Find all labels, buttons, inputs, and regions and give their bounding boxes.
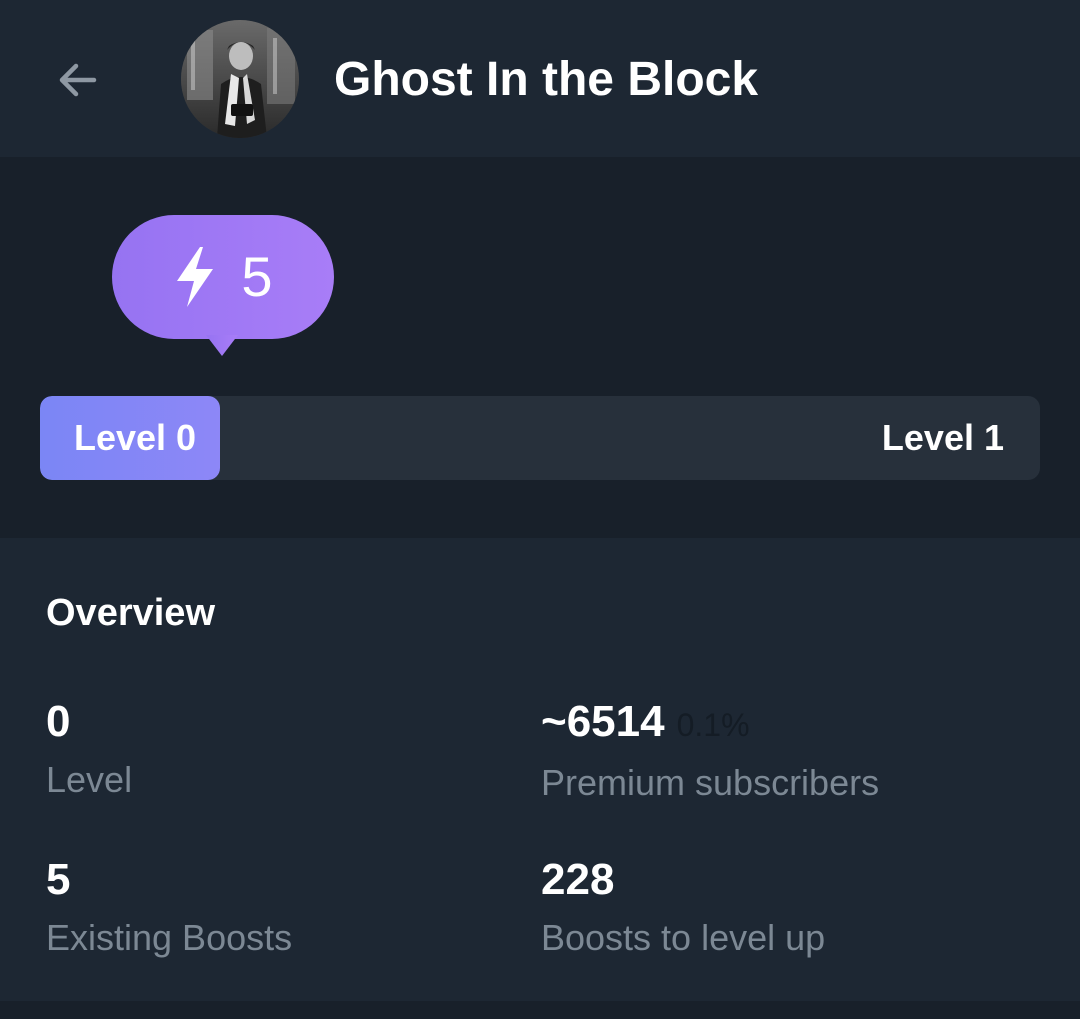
- stat-label: Boosts to level up: [541, 917, 826, 958]
- stat-label: Level: [46, 759, 133, 800]
- next-level-label: Level 1: [881, 417, 1004, 458]
- stat-boosts-to-level-up: 228 Boosts to level up: [541, 854, 825, 960]
- stat-premium-subscribers: ~6514 0.1% Premium subscribers: [541, 696, 879, 805]
- stat-label: Premium subscribers: [541, 762, 880, 803]
- channel-title: Ghost In the Block: [334, 53, 759, 106]
- stat-level: 0 Level: [46, 696, 132, 802]
- avatar-photo: [181, 20, 299, 138]
- back-button[interactable]: [40, 42, 116, 118]
- level-progress-bar: Level 0 Level 1: [40, 396, 1040, 480]
- overview-section: Overview 0 Level ~6514 0.1% Premium subsc…: [0, 538, 1080, 1001]
- stat-existing-boosts: 5 Existing Boosts: [46, 854, 292, 960]
- stat-value: 228: [541, 855, 615, 904]
- section-divider: [0, 1001, 1080, 1019]
- overview-title: Overview: [46, 592, 215, 634]
- channel-avatar[interactable]: [181, 20, 299, 138]
- stat-value: 0: [46, 697, 71, 746]
- stat-label: Existing Boosts: [46, 917, 293, 958]
- arrow-left-icon: [59, 63, 97, 97]
- boost-count: 5: [241, 245, 273, 308]
- stat-value: ~6514: [541, 697, 665, 746]
- top-bar: Ghost In the Block: [0, 0, 1080, 157]
- boost-status-section: 5 Level 0 Level 1: [0, 157, 1080, 538]
- boost-count-bubble: 5: [112, 215, 334, 356]
- stat-value-row: ~6514 0.1%: [541, 696, 879, 751]
- stat-value: 5: [46, 855, 71, 904]
- current-level-label: Level 0: [74, 417, 197, 458]
- lightning-bolt-icon: [177, 247, 214, 307]
- stat-percent: 0.1%: [676, 707, 750, 743]
